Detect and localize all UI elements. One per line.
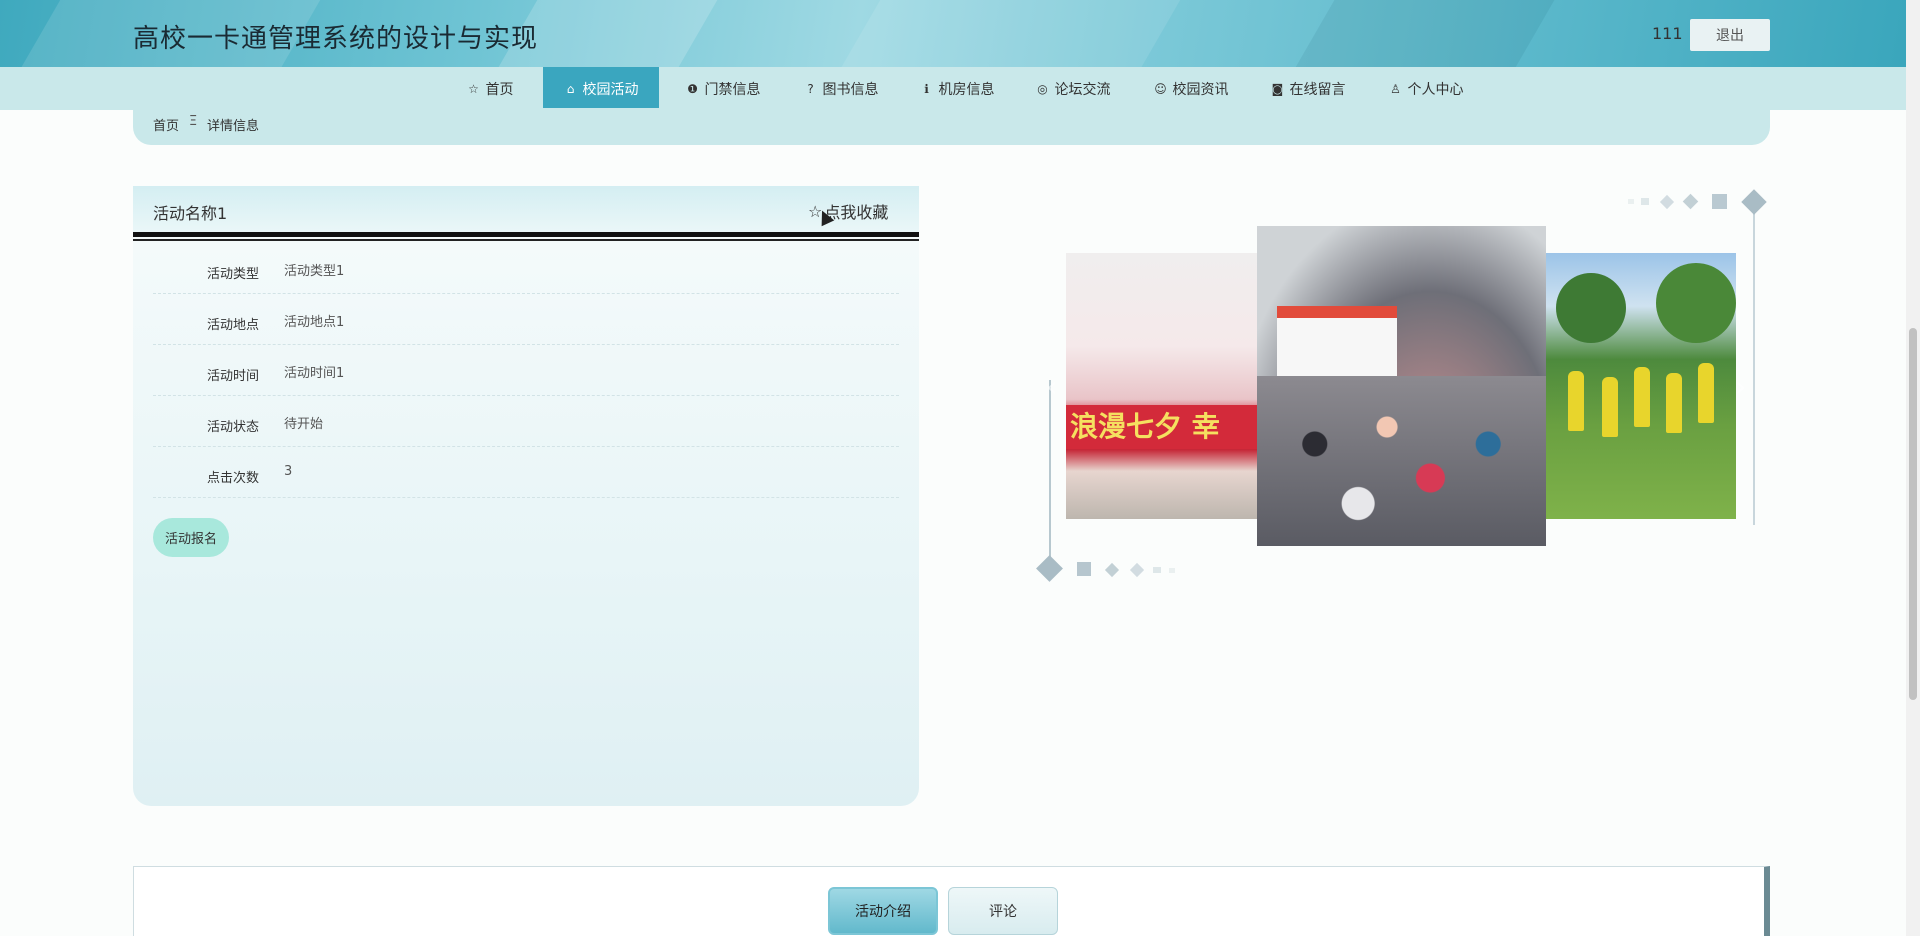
signup-button[interactable]: 活动报名 [153,518,229,557]
divider [133,239,919,241]
chat-icon: ◎ [1037,81,1048,96]
carousel-slide-image[interactable] [1257,226,1546,546]
smile-icon: ☺ [1154,81,1167,96]
nav-label: 图书信息 [822,81,879,98]
nav-label: 在线留言 [1289,81,1346,98]
detail-row-type: 活动类型 活动类型1 [153,243,899,294]
square-icon [1628,199,1634,204]
nav-item-access-control[interactable]: ❶ 门禁信息 [668,67,778,110]
carousel-slide-image[interactable]: 浪漫七夕 幸 [1066,253,1258,519]
breadcrumb-current: 详情信息 [207,119,260,134]
row-value: 活动类型1 [284,264,345,279]
diamond-icon [1036,555,1063,582]
square-icon [1169,568,1175,573]
tab-comments[interactable]: 评论 [948,887,1058,935]
bag-icon: ⌂ [566,81,575,96]
logout-button[interactable]: 退出 [1690,19,1770,51]
camera-icon: ◙ [1271,81,1284,96]
breadcrumb-home[interactable]: 首页 [153,115,179,134]
breadcrumb [133,108,1770,145]
row-label: 活动地点 [207,318,260,333]
row-label: 活动时间 [207,369,260,384]
nav-item-campus-news[interactable]: ☺ 校园资讯 [1136,67,1246,110]
nav-label: 论坛交流 [1054,81,1111,98]
tab-activity-intro[interactable]: 活动介绍 [828,887,938,935]
activity-title: 活动名称1 [153,204,228,223]
nav-item-computer-room[interactable]: ℹ 机房信息 [902,67,1012,110]
carousel-slide-image[interactable] [1546,253,1736,519]
star-icon: ☆ [468,81,479,96]
tree-shape [1656,263,1736,343]
person-shape [1602,377,1618,437]
info-icon: ℹ [924,81,929,96]
divider [133,232,919,237]
nav-item-personal-center[interactable]: ♙ 个人中心 [1370,67,1482,110]
nav-label: 首页 [485,81,514,98]
nav-item-campus-activity[interactable]: ⌂ 校园活动 [543,67,659,110]
site-title: 高校一卡通管理系统的设计与实现 [133,24,539,54]
tree-shape [1556,273,1626,343]
question-icon: ? [807,81,814,96]
nav-item-home[interactable]: ☆ 首页 [440,67,540,110]
info-icon: ❶ [687,81,698,96]
crowd-shape [1257,376,1546,546]
row-label: 活动状态 [207,420,260,435]
row-label: 点击次数 [207,471,260,486]
diamond-icon [1129,562,1145,578]
diamond-icon [1659,194,1675,210]
scrollbar-thumb[interactable] [1909,328,1917,700]
nav-item-library[interactable]: ? 图书信息 [786,67,896,110]
detail-row-status: 活动状态 待开始 [153,396,899,447]
carousel-frame-line [1753,210,1755,525]
square-icon [1712,194,1727,209]
main-nav: ☆ 首页 ⌂ 校园活动 ❶ 门禁信息 ? 图书信息 ℹ 机房信息 ◎ 论坛交流 … [0,67,1906,110]
detail-panel-header [133,186,919,232]
nav-label: 校园资讯 [1172,81,1229,98]
detail-row-location: 活动地点 活动地点1 [153,294,899,345]
row-value: 3 [284,464,293,479]
row-value: 待开始 [284,417,324,432]
diamond-icon [1104,562,1120,578]
carousel-frame-line [1049,380,1051,565]
row-value: 活动地点1 [284,315,345,330]
person-shape [1698,363,1714,423]
diamond-icon [1741,189,1767,215]
nav-label: 个人中心 [1407,81,1464,98]
detail-row-time: 活动时间 活动时间1 [153,345,899,396]
nav-label: 机房信息 [938,81,995,98]
user-icon: ♙ [1390,81,1401,96]
row-label: 活动类型 [207,267,260,282]
square-icon [1641,198,1649,205]
person-shape [1568,371,1584,431]
current-user: 111 [1652,24,1683,43]
square-icon [1077,562,1091,576]
row-value: 活动时间1 [284,366,345,381]
detail-row-clicks: 点击次数 3 [153,447,899,498]
diamond-icon [1682,193,1699,210]
person-shape [1634,367,1650,427]
nav-item-forum[interactable]: ◎ 论坛交流 [1018,67,1128,110]
carousel-next-icon[interactable]: › [1735,370,1759,403]
nav-label: 门禁信息 [704,81,761,98]
nav-item-messages[interactable]: ◙ 在线留言 [1252,67,1364,110]
slide-banner-text: 浪漫七夕 幸 [1066,405,1258,449]
square-icon [1153,567,1161,573]
person-shape [1666,373,1682,433]
breadcrumb-separator: Ξ [189,114,198,129]
nav-label: 校园活动 [582,81,639,98]
